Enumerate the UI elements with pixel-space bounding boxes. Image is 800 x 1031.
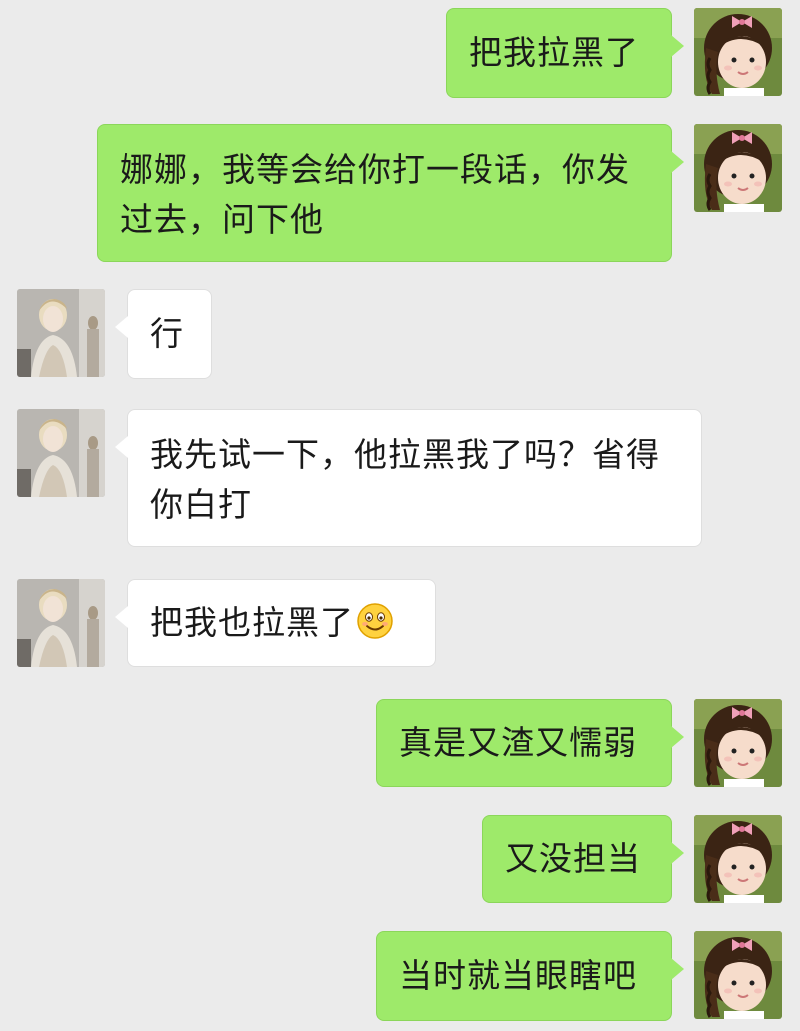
message-text: 娜娜，我等会给你打一段话，你发过去，问下他 [120, 150, 630, 239]
message-text: 真是又渣又懦弱 [399, 723, 637, 762]
sent-message-bubble[interactable]: 娜娜，我等会给你打一段话，你发过去，问下他 [97, 124, 684, 262]
chat-area[interactable]: 把我拉黑了 娜娜，我等会给你打一段话，你发过去，问下他 行 我先试一下，他拉黑我… [0, 0, 800, 1031]
received-message-bubble[interactable]: 我先试一下，他拉黑我了吗？省得你白打 [115, 409, 702, 547]
sent-message-bubble[interactable]: 把我拉黑了 [446, 8, 684, 98]
message-text: 当时就当眼瞎吧 [399, 956, 637, 995]
smile-emoji-icon [356, 602, 394, 640]
my-avatar[interactable] [694, 931, 782, 1019]
message-text: 把我也拉黑了 [150, 603, 354, 642]
sent-message-bubble[interactable]: 又没担当 [482, 815, 684, 903]
my-avatar[interactable] [694, 8, 782, 96]
message-text: 我先试一下，他拉黑我了吗？省得你白打 [150, 435, 660, 524]
sent-message-bubble[interactable]: 当时就当眼瞎吧 [376, 931, 684, 1021]
my-avatar[interactable] [694, 124, 782, 212]
my-avatar[interactable] [694, 699, 782, 787]
friend-avatar[interactable] [17, 409, 105, 497]
received-message-bubble[interactable]: 把我也拉黑了 [115, 579, 436, 667]
received-message-bubble[interactable]: 行 [115, 289, 212, 379]
message-text: 行 [150, 314, 184, 353]
message-text: 又没担当 [505, 839, 641, 878]
message-text: 把我拉黑了 [469, 33, 639, 72]
my-avatar[interactable] [694, 815, 782, 903]
friend-avatar[interactable] [17, 579, 105, 667]
friend-avatar[interactable] [17, 289, 105, 377]
sent-message-bubble[interactable]: 真是又渣又懦弱 [376, 699, 684, 787]
